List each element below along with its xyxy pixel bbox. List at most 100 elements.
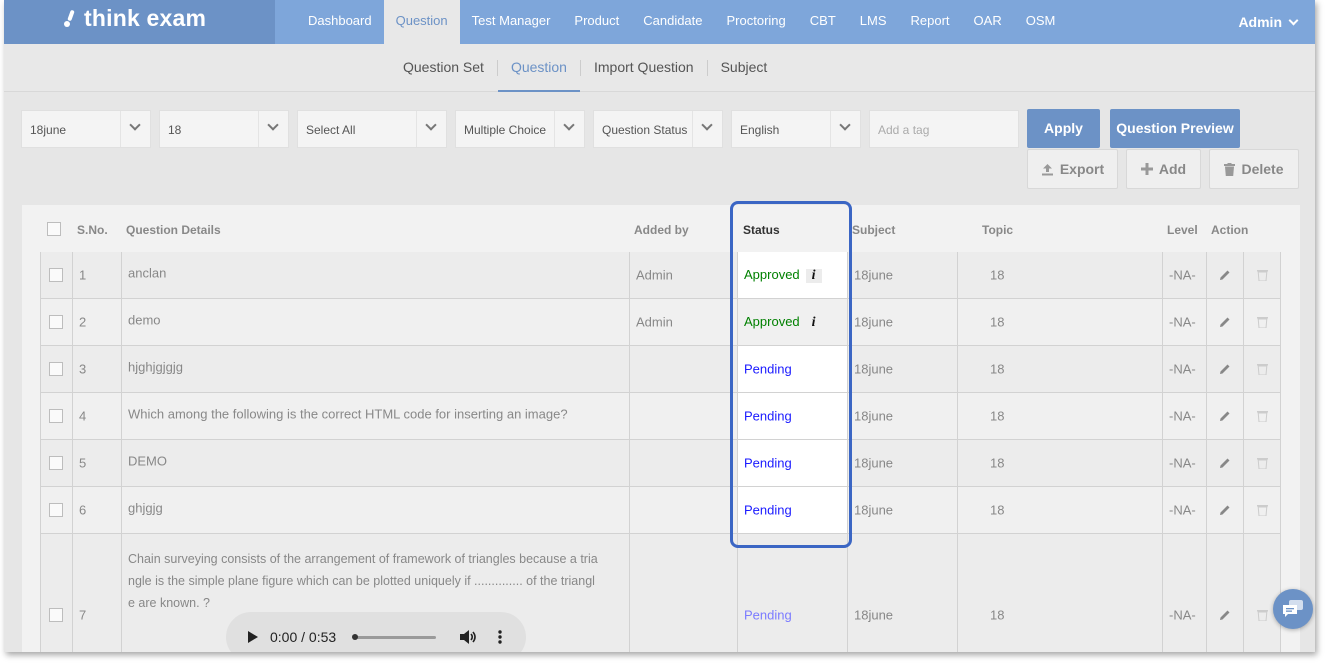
subject: 18june [854,314,894,330]
trash-icon[interactable] [1257,410,1268,422]
trash-icon[interactable] [1257,269,1268,281]
nav-candidate[interactable]: Candidate [631,0,714,44]
subject: 18june [854,361,894,377]
level: -NA- [1169,455,1196,471]
edit-icon[interactable] [1219,363,1231,375]
topic: 18 [990,455,1005,471]
trash-icon[interactable] [1257,363,1268,375]
edit-icon[interactable] [1219,316,1231,328]
more-vertical-icon[interactable] [498,629,502,645]
info-icon[interactable]: i [805,269,822,283]
chevron-down-icon [267,119,279,131]
audio-progress-slider[interactable] [352,634,436,640]
tab-question-set[interactable]: Question Set [390,44,497,92]
question-status-select[interactable]: Question Status [593,110,723,148]
row-checkbox[interactable] [49,409,63,423]
tab-question[interactable]: Question [497,44,580,92]
edit-icon[interactable] [1219,457,1231,469]
edit-icon[interactable] [1219,504,1231,516]
row-checkbox[interactable] [49,503,63,517]
question-details[interactable]: hjghjgjgjg [128,360,183,375]
question-type-select[interactable]: Multiple Choice [455,110,585,148]
nav-report[interactable]: Report [899,0,962,44]
user-name: Admin [1238,14,1282,30]
language-select[interactable]: English [731,110,861,148]
row-checkbox[interactable] [49,315,63,329]
table-row: 5 DEMO Pending 18june 18 -NA- [40,440,1281,487]
level: -NA- [1169,361,1196,377]
level: -NA- [1169,607,1196,623]
add-button[interactable]: Add [1126,149,1201,189]
select-all-dropdown[interactable]: Select All [297,110,447,148]
export-button[interactable]: Export [1027,149,1118,189]
trash-icon[interactable] [1257,504,1268,516]
logo-mark-icon [64,10,78,28]
question-preview-button[interactable]: Question Preview [1110,109,1240,148]
tag-input[interactable]: Add a tag [869,110,1019,148]
chat-button[interactable] [1273,589,1313,629]
audio-time: 0:00 / 0:53 [270,629,337,645]
topic-select[interactable]: 18 [159,110,289,148]
tab-subject[interactable]: Subject [708,44,781,92]
edit-icon[interactable] [1219,269,1231,281]
status-badge: Approved i [744,267,822,283]
row-sno: 6 [79,502,87,518]
trash-icon[interactable] [1257,457,1268,469]
trash-icon[interactable] [1257,609,1268,621]
question-details[interactable]: ghjgjg [128,501,163,516]
question-details[interactable]: anclan [128,266,166,281]
row-sno: 5 [79,455,87,471]
topic: 18 [990,502,1005,518]
apply-button[interactable]: Apply [1027,109,1100,148]
chevron-down-icon [1288,15,1299,25]
nav-cbt[interactable]: CBT [798,0,848,44]
status-badge: Pending [744,502,792,518]
edit-icon[interactable] [1219,609,1231,621]
play-icon[interactable] [248,631,258,643]
level: -NA- [1169,502,1196,518]
added-by: Admin [636,267,673,283]
logo[interactable]: think exam [64,5,206,32]
logo-area: think exam [4,0,275,44]
topic: 18 [990,267,1005,283]
question-details[interactable]: demo [128,313,161,328]
edit-icon[interactable] [1219,410,1231,422]
info-icon[interactable]: i [806,316,822,330]
nav-oar[interactable]: OAR [962,0,1014,44]
row-sno: 1 [79,267,87,283]
nav-test-manager[interactable]: Test Manager [460,0,563,44]
tab-import-question[interactable]: Import Question [581,44,707,92]
nav-question[interactable]: Question [383,0,460,44]
top-navbar: think exam Dashboard Question Test Manag… [4,0,1315,44]
user-menu[interactable]: Admin [1238,0,1299,44]
subject: 18june [854,408,894,424]
chevron-down-icon [425,119,437,131]
nav-proctoring[interactable]: Proctoring [715,0,798,44]
question-details[interactable]: DEMO [128,454,167,469]
question-details[interactable]: Which among the following is the correct… [128,407,568,422]
nav-osm[interactable]: OSM [1014,0,1068,44]
app-frame: think exam Dashboard Question Test Manag… [4,0,1315,652]
volume-icon[interactable] [460,629,477,645]
plus-icon [1140,163,1153,175]
subject: 18june [854,502,894,518]
table-row: 1 anclan Admin Approved i 18june 18 -NA- [40,252,1281,299]
row-checkbox[interactable] [49,268,63,282]
topic: 18 [990,408,1005,424]
slider-handle[interactable] [352,634,358,640]
row-checkbox[interactable] [49,362,63,376]
nav-dashboard[interactable]: Dashboard [296,0,384,44]
row-checkbox[interactable] [49,608,63,622]
select-all-checkbox[interactable] [47,222,61,236]
trash-icon[interactable] [1257,316,1268,328]
row-checkbox[interactable] [49,456,63,470]
delete-button[interactable]: Delete [1209,149,1299,189]
subject-select[interactable]: 18june [21,110,151,148]
nav-lms[interactable]: LMS [848,0,899,44]
header-status: Status [743,223,780,237]
topic: 18 [990,607,1005,623]
nav-product[interactable]: Product [562,0,631,44]
status-badge: Pending [744,607,792,623]
question-details[interactable]: Chain surveying consists of the arrangem… [128,548,598,614]
topic: 18 [990,314,1005,330]
